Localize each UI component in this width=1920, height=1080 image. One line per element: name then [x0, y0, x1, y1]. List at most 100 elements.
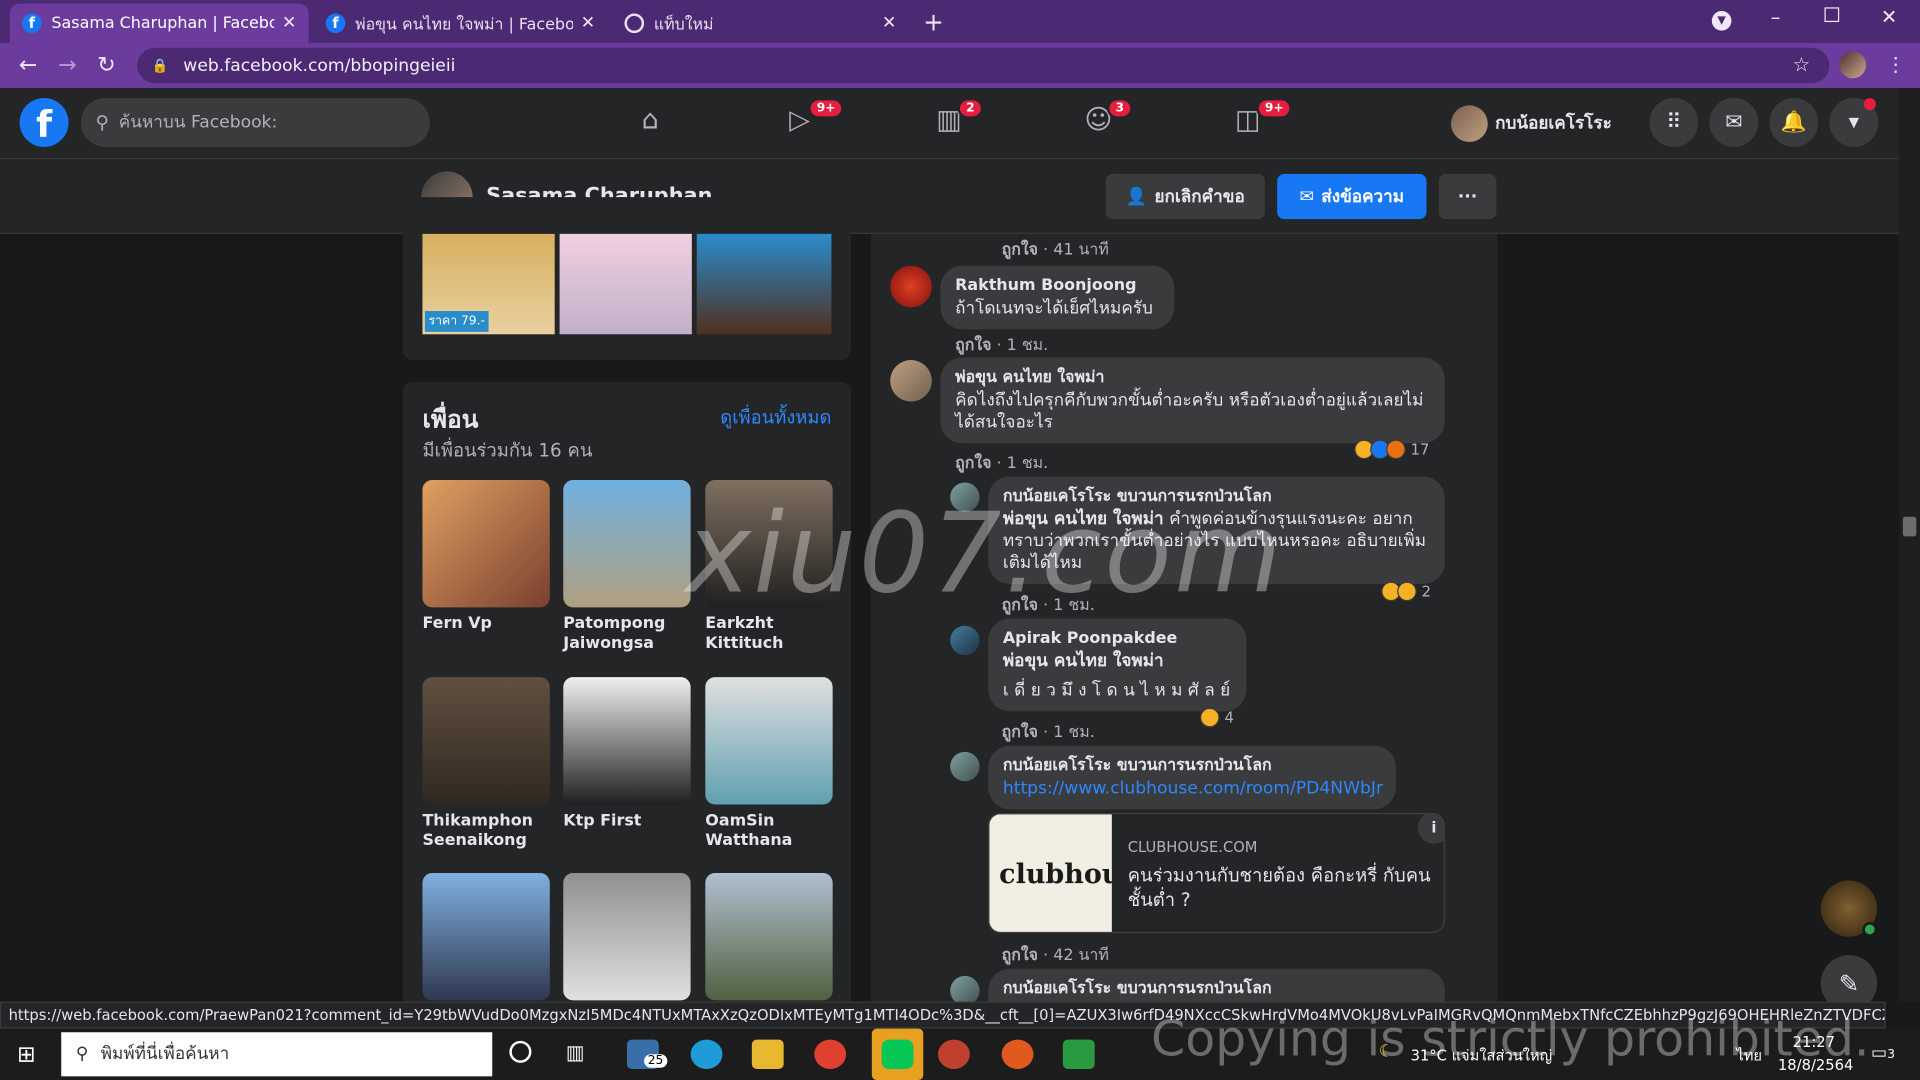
like-link[interactable]: ถูกใจ	[955, 454, 991, 472]
friend-item[interactable]: Ktp First	[563, 677, 691, 832]
cancel-request-button[interactable]: 👤 ยกเลิกคำขอ	[1105, 173, 1265, 220]
close-window-icon[interactable]: ✕	[1881, 5, 1897, 28]
commenter-avatar[interactable]	[890, 265, 932, 308]
friend-photo[interactable]	[705, 677, 833, 805]
notifications-bell-icon[interactable]: 🔔	[1769, 97, 1819, 147]
close-tab-icon[interactable]: ✕	[882, 13, 896, 33]
friend-name[interactable]: Ktp First	[563, 812, 690, 832]
friend-item[interactable]: Fern Vp	[422, 480, 550, 635]
comment-author[interactable]: กบน้อยเคโรโระ ขบวนการนรกป่วนโลก	[1003, 756, 1381, 778]
commenter-avatar[interactable]	[950, 625, 980, 656]
browser-toolbar: ← → ↻ 🔒 web.facebook.com/bbopingeieii ☆ …	[0, 42, 1920, 89]
friend-photo[interactable]	[705, 873, 833, 1001]
friend-item[interactable]	[422, 873, 550, 1008]
marketplace-icon[interactable]: ▥ 2	[931, 97, 984, 142]
chrome-profile-icon[interactable]	[937, 1039, 970, 1069]
task-view-icon[interactable]: ▥	[566, 1041, 585, 1064]
scrollbar-thumb[interactable]	[1902, 516, 1917, 537]
chrome-icon[interactable]	[814, 1039, 847, 1069]
friend-name[interactable]: OamSin Watthana	[705, 812, 832, 851]
line-app-icon[interactable]	[871, 1028, 924, 1080]
account-dropdown-icon[interactable]: ▾	[1829, 97, 1879, 147]
browser-tab-2[interactable]: f พ่อขุน คนไทย ใจพม่า | Facebook ✕	[313, 4, 607, 43]
like-link[interactable]: ถูกใจ	[1002, 947, 1038, 965]
facebook-logo[interactable]: f	[19, 97, 69, 147]
photo-thumbnail[interactable]	[696, 233, 832, 335]
like-link[interactable]: ถูกใจ	[955, 337, 991, 355]
windows-start-icon[interactable]: ⊞	[17, 1042, 35, 1068]
messenger-icon[interactable]: ✉	[1709, 97, 1759, 147]
photo-thumbnail[interactable]: ราคา 79.-	[422, 233, 555, 335]
commenter-avatar[interactable]	[890, 360, 932, 402]
reload-icon[interactable]: ↻	[93, 53, 120, 79]
tab-search-icon[interactable]: ▼	[1711, 11, 1732, 31]
friend-item[interactable]: Thikamphon Seenaikong	[422, 677, 550, 851]
cortana-icon[interactable]	[509, 1040, 532, 1063]
gaming-icon[interactable]: ◫ 9+	[1229, 97, 1293, 142]
friend-item[interactable]	[563, 873, 691, 1008]
back-icon[interactable]: ←	[15, 53, 42, 79]
file-explorer-icon[interactable]	[751, 1039, 784, 1069]
link-preview-card[interactable]: clubhous CLUBHOUSE.COM คนร่วมงานกับชายต้…	[988, 813, 1445, 934]
minimize-icon[interactable]: –	[1771, 5, 1781, 28]
photo-thumbnail[interactable]	[559, 233, 692, 335]
taskbar-search-input[interactable]: ⚲ พิมพ์ที่นี่เพื่อค้นหา	[61, 1032, 493, 1077]
more-options-button[interactable]: ···	[1438, 173, 1497, 220]
like-link[interactable]: ถูกใจ	[1002, 241, 1038, 259]
like-link[interactable]: ถูกใจ	[1002, 724, 1038, 742]
friend-item[interactable]: OamSin Watthana	[705, 677, 833, 851]
browser-profile-avatar[interactable]	[1839, 51, 1867, 79]
menu-kebab-icon[interactable]: ⋮	[1886, 53, 1906, 76]
edge-icon[interactable]	[690, 1039, 723, 1069]
address-bar[interactable]: 🔒 web.facebook.com/bbopingeieii	[137, 47, 1830, 84]
notification-center-icon[interactable]: ▭3	[1871, 1043, 1895, 1063]
reaction-summary[interactable]: 4	[1200, 707, 1234, 728]
friend-photo[interactable]	[422, 873, 550, 1001]
gaming-badge: 9+	[1256, 97, 1293, 119]
browser-tab-3[interactable]: o แท็บใหม่ ✕	[612, 4, 908, 43]
reaction-summary[interactable]: 17	[1354, 439, 1429, 460]
bookmark-star-icon[interactable]: ☆	[1793, 53, 1811, 76]
info-icon[interactable]: i	[1417, 814, 1444, 844]
friend-name[interactable]: Patompong Jaiwongsa	[563, 615, 690, 654]
comment-link[interactable]: https://www.clubhouse.com/room/PD4NWbJr	[1003, 779, 1383, 799]
contact-chat-avatar[interactable]	[1820, 880, 1878, 937]
friend-item[interactable]	[705, 873, 833, 1008]
send-message-button[interactable]: ✉ ส่งข้อความ	[1277, 173, 1427, 220]
restore-icon[interactable]	[1824, 7, 1840, 23]
friends-card: เพื่อน ดูเพื่อนทั้งหมด มีเพื่อนร่วมกัน 1…	[402, 382, 852, 1044]
app-icon[interactable]	[1001, 1039, 1034, 1069]
groups-icon[interactable]: ☺ 3	[1080, 97, 1133, 142]
friend-photo[interactable]	[563, 873, 691, 1001]
search-input[interactable]: ⚲ ค้นหาบน Facebook:	[80, 97, 430, 147]
friend-name[interactable]: Fern Vp	[422, 615, 549, 635]
watch-icon[interactable]: ▷ 9+	[781, 97, 845, 142]
forward-icon[interactable]: →	[54, 53, 81, 79]
comment-author[interactable]: กบน้อยเคโรโระ ขบวนการนรกป่วนโลก	[1003, 978, 1430, 1000]
commenter-avatar[interactable]	[950, 751, 980, 782]
comment-author[interactable]: พ่อขุน คนไทย ใจพม่า	[955, 367, 1430, 389]
reaction-summary[interactable]: 2	[1381, 581, 1431, 602]
friend-photo[interactable]	[422, 677, 550, 805]
friend-item[interactable]: Patompong Jaiwongsa	[563, 480, 691, 654]
friend-photo[interactable]	[563, 677, 691, 805]
close-tab-icon[interactable]: ✕	[581, 13, 595, 33]
menu-grid-icon[interactable]: ⠿	[1649, 97, 1699, 147]
mention-tag[interactable]: พ่อขุน คนไทย ใจพม่า	[1003, 650, 1232, 672]
friend-name[interactable]: Earkzht Kittituch	[705, 615, 832, 654]
mail-icon[interactable]: 25	[626, 1039, 668, 1069]
friend-name[interactable]: Thikamphon Seenaikong	[422, 812, 549, 851]
see-all-friends-link[interactable]: ดูเพื่อนทั้งหมด	[720, 403, 831, 432]
home-icon[interactable]: ⌂	[632, 105, 669, 142]
comment-author[interactable]: Apirak Poonpakdee	[1003, 628, 1232, 650]
page-scrollbar[interactable]	[1899, 88, 1920, 1002]
app-icon[interactable]	[1062, 1039, 1095, 1069]
comment-author[interactable]: Rakthum Boonjoong	[955, 276, 1159, 298]
new-tab-button[interactable]: +	[923, 7, 944, 36]
user-profile-link[interactable]: กบน้อยเคโรโระ	[1451, 105, 1612, 143]
close-tab-icon[interactable]: ✕	[282, 13, 296, 33]
watch-badge: 9+	[808, 97, 845, 119]
browser-tab-1[interactable]: f Sasama Charuphan | Facebook ✕	[9, 3, 309, 43]
friend-photo[interactable]	[422, 480, 550, 608]
friend-photo[interactable]	[563, 480, 691, 608]
